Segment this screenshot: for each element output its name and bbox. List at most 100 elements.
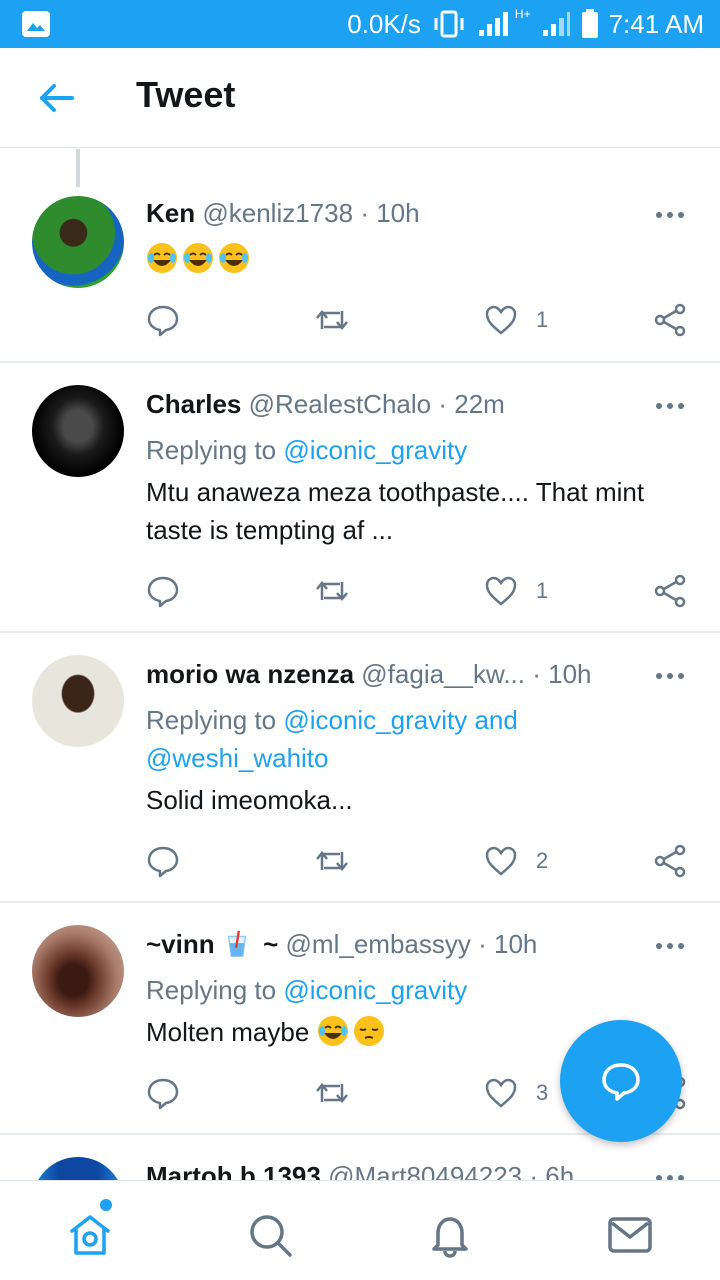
display-name[interactable]: Ken [146, 198, 195, 228]
nav-home[interactable] [66, 1211, 114, 1259]
nav-notifications[interactable] [426, 1211, 474, 1259]
more-options-button[interactable] [654, 205, 686, 225]
face-with-tears-of-joy-emoji [317, 1016, 348, 1046]
more-options-button[interactable] [654, 1168, 686, 1180]
separator-dot: · [529, 1161, 539, 1180]
more-options-button[interactable] [654, 396, 686, 416]
tweet-header: morio wa nzenza @fagia__kw... · 10h [146, 659, 624, 690]
signal-icon-2 [542, 12, 570, 36]
mention-link[interactable]: @iconic_gravity [283, 435, 467, 465]
display-name[interactable]: morio wa nzenza [146, 659, 354, 689]
heart-icon [485, 305, 517, 335]
more-dots-icon [656, 212, 684, 218]
retweet-button[interactable] [314, 569, 350, 613]
reply-bubble-icon [602, 1063, 640, 1101]
heart-icon [485, 846, 517, 876]
gallery-notification-icon [22, 11, 50, 37]
retweet-button[interactable] [314, 1071, 350, 1115]
share-button[interactable] [652, 298, 688, 342]
retweet-icon [316, 581, 348, 601]
tweet-header: Ken @kenliz1738 · 10h [146, 198, 624, 229]
pensive-face-emoji [353, 1016, 384, 1046]
tweet-actions: 2 [0, 839, 720, 883]
separator-dot: · [360, 198, 369, 228]
retweet-button[interactable] [314, 839, 350, 883]
mention-link[interactable]: @iconic_gravity [283, 975, 467, 1005]
display-name-suffix[interactable]: ~ [263, 929, 278, 959]
avatar[interactable] [32, 1157, 124, 1180]
display-name[interactable]: ~vinn [146, 929, 215, 959]
timestamp: 22m [454, 389, 505, 419]
nav-messages[interactable] [606, 1211, 654, 1259]
status-bar: 0.0K/s H+ 7:41 AM [0, 0, 720, 48]
timestamp: 10h [548, 659, 592, 689]
battery-icon [581, 9, 598, 38]
replying-to: Replying to @iconic_gravity [146, 971, 680, 1009]
share-icon [654, 574, 686, 608]
replying-to: Replying to @iconic_gravity and @weshi_w… [146, 701, 680, 777]
like-button[interactable]: 1 [484, 569, 548, 613]
bell-icon [432, 1217, 468, 1258]
tweet-header: ~vinn ~ @ml_embassyy · 10h [146, 929, 624, 960]
like-count: 2 [536, 848, 549, 873]
timestamp: 10h [494, 929, 538, 959]
replying-to-label: Replying to [146, 705, 277, 735]
like-count: 3 [536, 1080, 549, 1105]
arrow-left-icon [40, 84, 74, 112]
back-button[interactable] [36, 78, 80, 118]
signal-icon [478, 12, 508, 36]
more-dots-icon [656, 943, 684, 949]
bottom-navigation [0, 1180, 720, 1280]
more-dots-icon [656, 1175, 684, 1180]
reply-button[interactable] [146, 569, 180, 613]
user-handle[interactable]: @ml_embassyy [286, 929, 471, 959]
separator-dot: · [438, 389, 448, 419]
display-name[interactable]: Martoh b 1393 [146, 1161, 321, 1180]
clock: 7:41 AM [608, 8, 704, 39]
tweet-reply[interactable]: Charles @RealestChalo · 22m Replying to … [0, 363, 720, 633]
share-button[interactable] [652, 839, 688, 883]
new-content-dot [100, 1199, 112, 1211]
tweet-reply[interactable]: Martoh b 1393 @Mart80494223 · 6h [0, 1135, 720, 1180]
search-icon [250, 1215, 292, 1257]
vibrate-icon [434, 10, 464, 38]
separator-dot: · [532, 659, 541, 689]
like-button[interactable]: 2 [484, 839, 548, 883]
network-type: H+ [514, 7, 531, 21]
retweet-icon [316, 851, 348, 871]
reply-button[interactable] [146, 298, 180, 342]
mention-link[interactable]: @weshi_wahito [146, 743, 328, 773]
more-options-button[interactable] [654, 666, 686, 686]
mention-link[interactable]: @iconic_gravity and [283, 705, 518, 735]
display-name[interactable]: Charles [146, 389, 241, 419]
retweet-icon [316, 1083, 348, 1103]
reply-button[interactable] [146, 839, 180, 883]
more-dots-icon [656, 403, 684, 409]
user-handle[interactable]: @Mart80494223 [328, 1161, 522, 1180]
retweet-icon [316, 310, 348, 330]
tweet-reply[interactable]: Ken @kenliz1738 · 10h 1 [0, 150, 720, 363]
nav-search[interactable] [246, 1211, 294, 1259]
avatar[interactable] [32, 655, 124, 747]
user-handle[interactable]: @RealestChalo [249, 389, 431, 419]
tweet-text [146, 240, 690, 278]
tweet-reply[interactable]: morio wa nzenza @fagia__kw... · 10h Repl… [0, 633, 720, 903]
avatar[interactable] [32, 925, 124, 1017]
user-handle[interactable]: @kenliz1738 [202, 198, 353, 228]
avatar[interactable] [32, 196, 124, 288]
more-options-button[interactable] [654, 936, 686, 956]
share-icon [654, 303, 686, 337]
replying-to: Replying to @iconic_gravity [146, 431, 680, 469]
tropical-drink-emoji [227, 930, 247, 957]
like-button[interactable]: 1 [484, 298, 548, 342]
avatar[interactable] [32, 385, 124, 477]
retweet-button[interactable] [314, 298, 350, 342]
like-button[interactable]: 3 [484, 1071, 548, 1115]
user-handle[interactable]: @fagia__kw... [361, 659, 525, 689]
reply-button[interactable] [146, 1071, 180, 1115]
share-icon [654, 844, 686, 878]
compose-reply-button[interactable] [560, 1020, 682, 1142]
face-with-tears-of-joy-emoji [219, 243, 249, 273]
tweet-text: Mtu anaweza meza toothpaste.... That min… [146, 477, 645, 545]
share-button[interactable] [652, 569, 688, 613]
